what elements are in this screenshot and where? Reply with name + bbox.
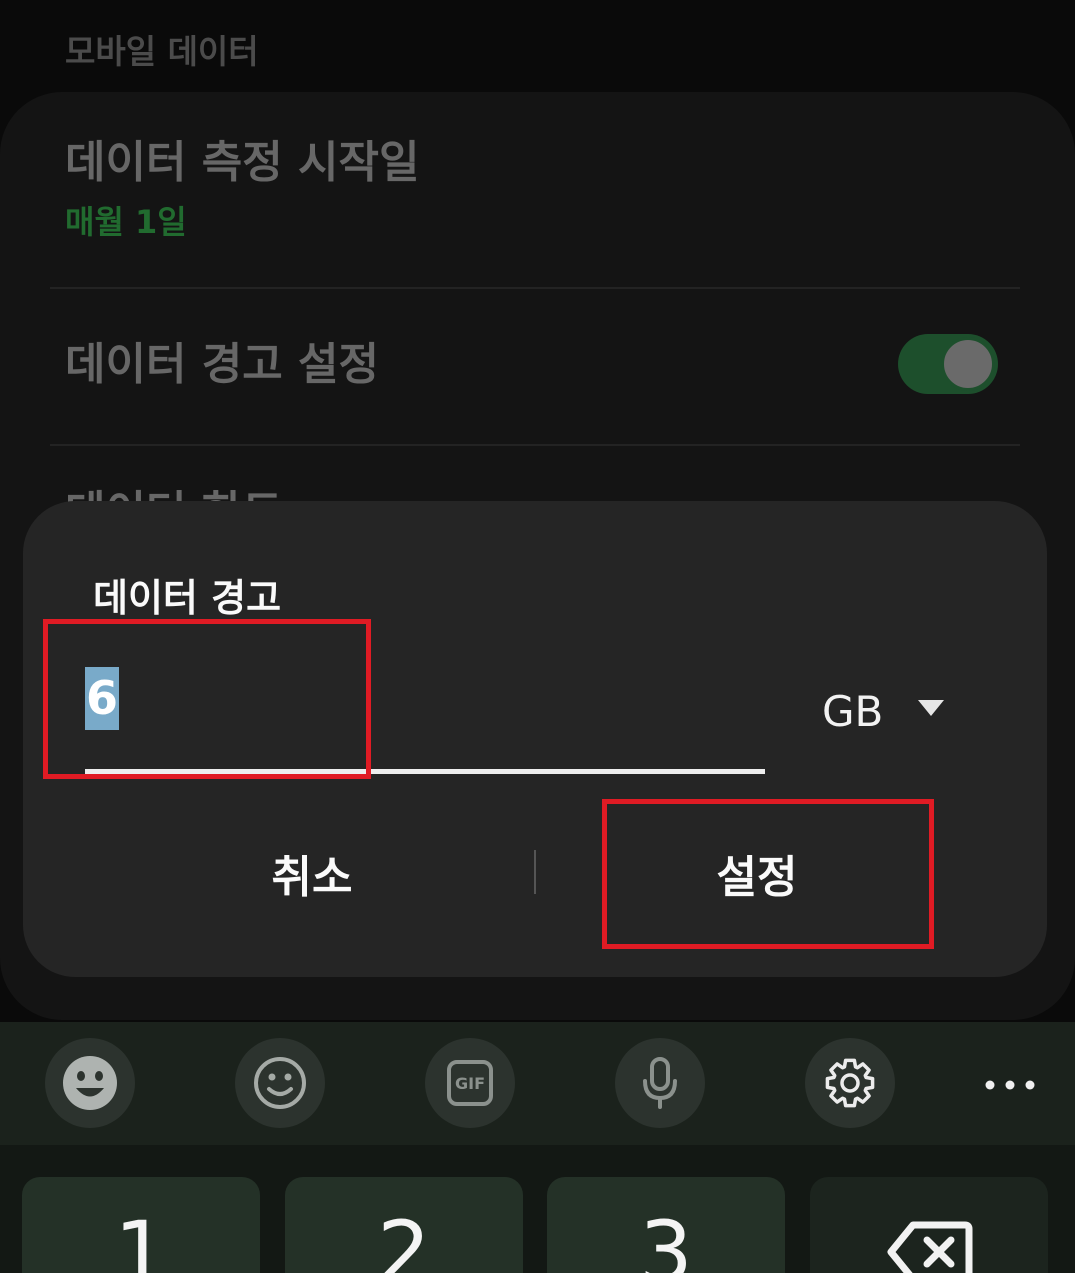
divider (50, 444, 1020, 446)
section-header: 모바일 데이터 (65, 32, 259, 71)
data-warning-dialog: 데이터 경고 6 GB 취소 설정 (23, 501, 1047, 977)
dialog-title: 데이터 경고 (93, 576, 282, 620)
sticker-button[interactable] (235, 1038, 325, 1128)
confirm-button[interactable]: 설정 (538, 820, 976, 926)
key-label: 3 (639, 1203, 693, 1273)
data-warning-toggle[interactable] (898, 334, 998, 394)
warning-amount-field[interactable]: 6 (85, 667, 765, 774)
voice-input-button[interactable] (615, 1038, 705, 1128)
keyboard-keys: 1 2 3 (0, 1145, 1075, 1273)
button-divider (534, 850, 536, 894)
key-label: 2 (377, 1203, 431, 1273)
smiley-sticker-icon (254, 1057, 306, 1109)
warning-amount-value[interactable]: 6 (85, 667, 120, 730)
settings-gear-icon (825, 1058, 875, 1108)
key-3[interactable]: 3 (547, 1177, 785, 1273)
billing-cycle-value: 매월 1일 (65, 203, 187, 241)
emoji-button[interactable] (45, 1038, 135, 1128)
keyboard-toolbar: GIF (0, 1022, 1075, 1145)
gif-button[interactable]: GIF (425, 1038, 515, 1128)
gif-icon-label: GIF (455, 1074, 485, 1093)
gif-icon: GIF (447, 1060, 493, 1106)
key-2[interactable]: 2 (285, 1177, 523, 1273)
billing-cycle-title[interactable]: 데이터 측정 시작일 (65, 135, 419, 191)
mic-icon (643, 1057, 677, 1109)
more-icon (985, 1080, 1035, 1090)
unit-selected-value: GB (822, 687, 884, 736)
more-options-button[interactable] (978, 1063, 1042, 1107)
emoji-icon (63, 1056, 117, 1110)
keyboard-settings-button[interactable] (805, 1038, 895, 1128)
backspace-icon (887, 1221, 973, 1273)
key-1[interactable]: 1 (22, 1177, 260, 1273)
unit-dropdown[interactable]: GB (815, 677, 985, 747)
cancel-button[interactable]: 취소 (93, 820, 531, 926)
divider (50, 287, 1020, 289)
key-label: 1 (114, 1203, 168, 1273)
amount-field-underline (85, 769, 765, 774)
data-warning-title[interactable]: 데이터 경고 설정 (65, 337, 379, 393)
toggle-thumb (941, 337, 995, 391)
dropdown-arrow-icon (918, 700, 944, 716)
backspace-key[interactable] (810, 1177, 1048, 1273)
